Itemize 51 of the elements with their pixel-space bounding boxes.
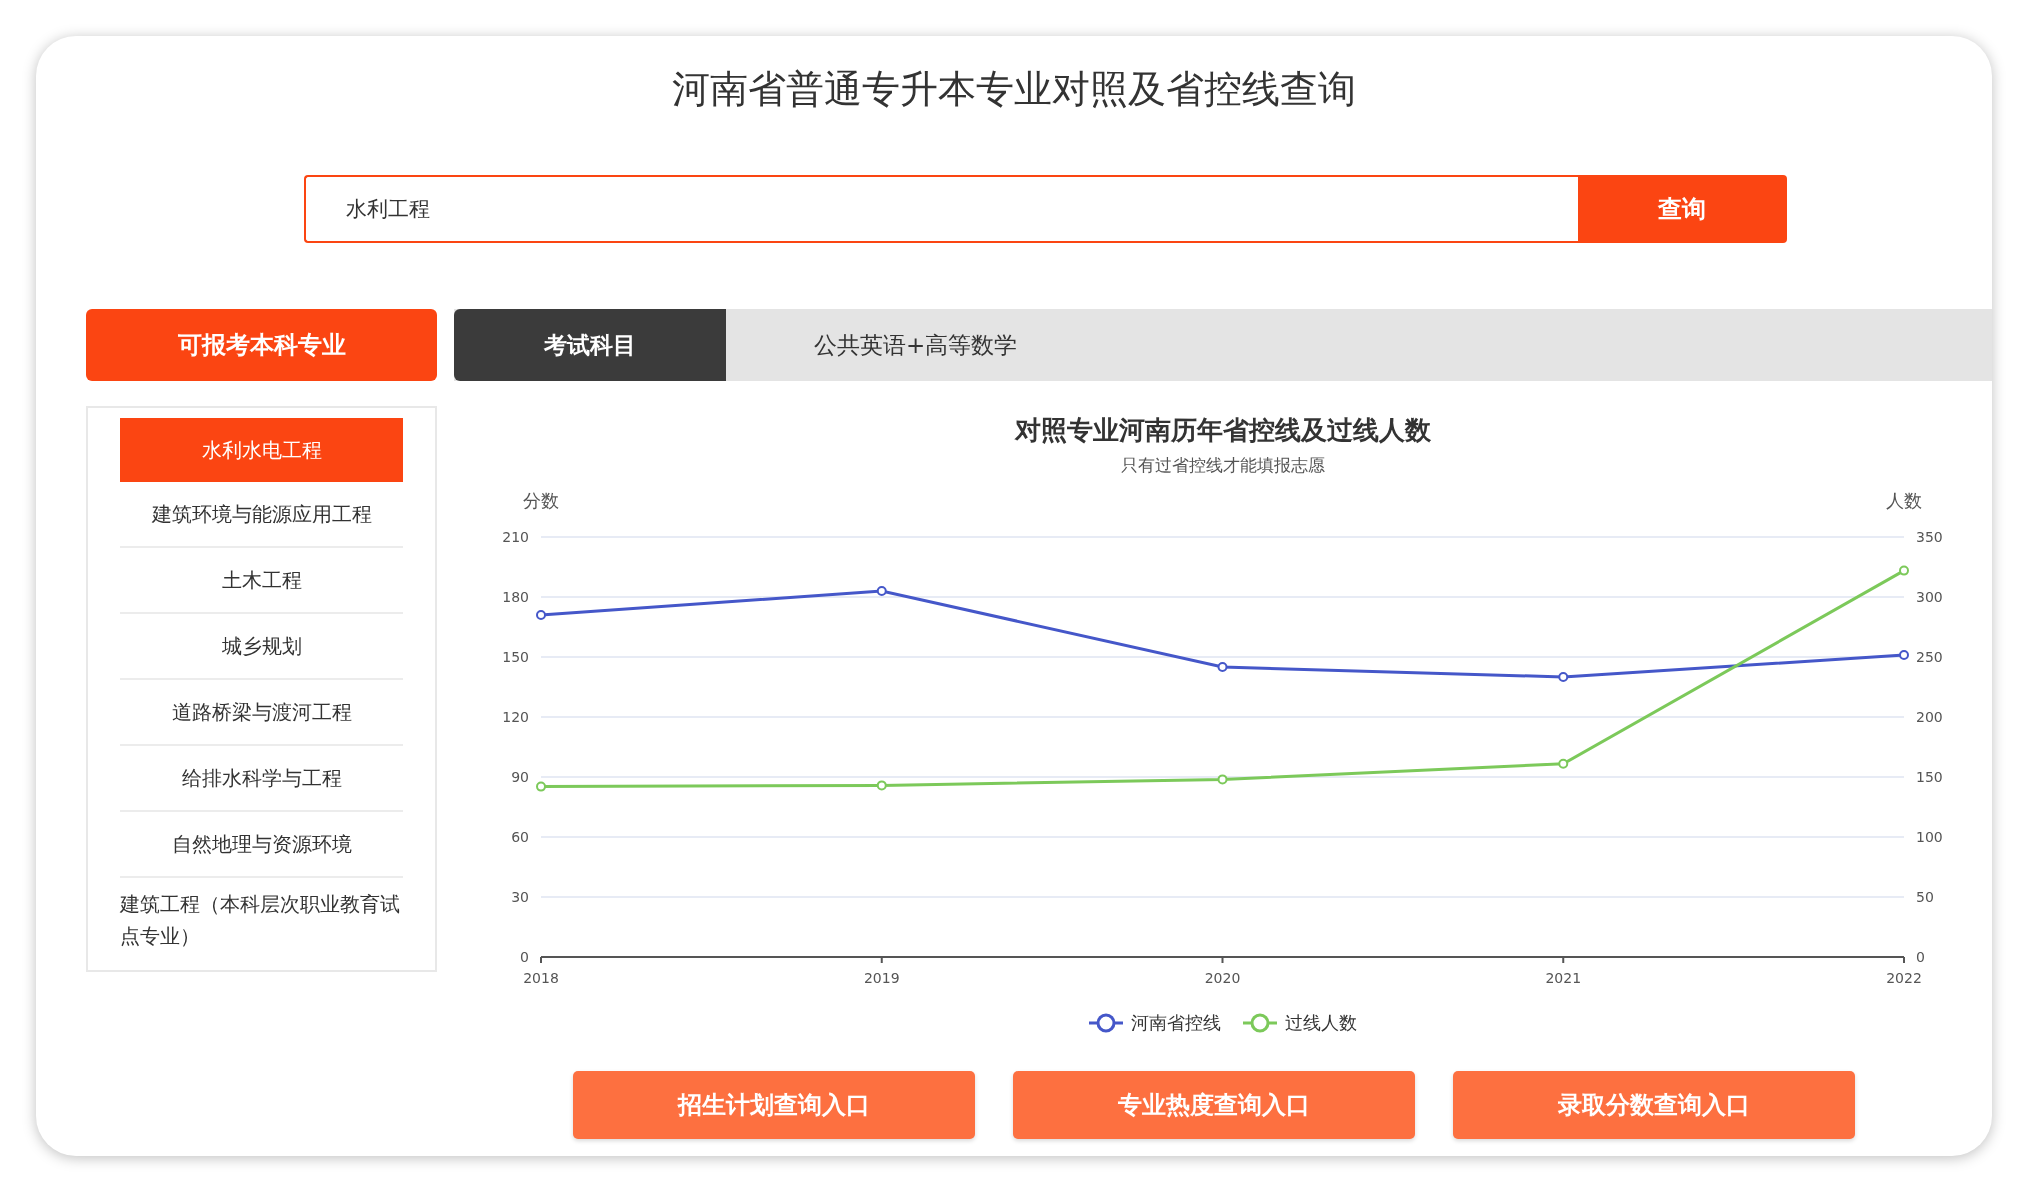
- chart-title: 对照专业河南历年省控线及过线人数: [1015, 414, 1431, 447]
- major-item[interactable]: 建筑环境与能源应用工程: [120, 482, 403, 548]
- tick-label: 50: [1916, 889, 1934, 905]
- tick-label: 2022: [1886, 970, 1922, 986]
- tick-label: 0: [520, 949, 529, 965]
- major-item[interactable]: 自然地理与资源环境: [120, 812, 403, 878]
- axis-title: 分数: [523, 490, 559, 511]
- tick-label: 100: [1916, 829, 1943, 845]
- tick-label: 150: [1916, 769, 1943, 785]
- major-item[interactable]: 道路桥梁与渡河工程: [120, 680, 403, 746]
- tick-label: 90: [511, 769, 529, 785]
- subjects-text: 公共英语+高等数学: [813, 330, 1018, 360]
- tick-label: 60: [511, 829, 529, 845]
- data-point: [1217, 662, 1228, 672]
- tick-label: 2019: [863, 970, 900, 986]
- major-item[interactable]: 水利水电工程: [120, 418, 403, 482]
- tick-label: 300: [1916, 589, 1943, 605]
- tick-label: 30: [511, 889, 529, 905]
- legend-label: 过线人数: [1285, 1011, 1357, 1035]
- axis-title: 人数: [1886, 490, 1922, 511]
- data-point: [1558, 672, 1569, 682]
- data-point: [876, 780, 887, 791]
- major-item[interactable]: 城乡规划: [120, 614, 403, 680]
- search-button[interactable]: 查询: [1577, 175, 1787, 243]
- data-point: [876, 586, 887, 596]
- legend-label: 河南省控线: [1131, 1011, 1221, 1035]
- search-field[interactable]: 水利工程: [303, 175, 1578, 243]
- tick-label: 250: [1916, 649, 1943, 665]
- data-point: [1899, 650, 1909, 660]
- tick-label: 120: [502, 709, 529, 725]
- data-point: [1217, 774, 1228, 785]
- tick-label: 210: [502, 529, 529, 545]
- majors-tab[interactable]: 可报考本科专业: [86, 309, 437, 381]
- major-item[interactable]: 建筑工程（本科层次职业教育试点专业）: [120, 878, 403, 952]
- major-item[interactable]: 给排水科学与工程: [120, 746, 403, 812]
- major-item[interactable]: 土木工程: [120, 548, 403, 614]
- data-point: [536, 781, 546, 792]
- data-point: [1899, 565, 1909, 576]
- chart-subtitle: 只有过省控线才能填报志愿: [1121, 454, 1325, 477]
- data-point: [536, 610, 546, 620]
- tick-label: 2020: [1204, 970, 1241, 986]
- data-point: [1558, 758, 1569, 769]
- tick-label: 2021: [1545, 970, 1582, 986]
- subject-tab[interactable]: 考试科目: [454, 309, 726, 381]
- tick-label: 200: [1916, 709, 1943, 725]
- tick-label: 0: [1916, 949, 1925, 965]
- tick-label: 350: [1916, 529, 1943, 545]
- page-title: 河南省普通专升本专业对照及省控线查询: [672, 66, 1356, 113]
- tick-label: 2018: [523, 970, 559, 986]
- tick-label: 150: [502, 649, 529, 665]
- tick-label: 180: [502, 589, 529, 605]
